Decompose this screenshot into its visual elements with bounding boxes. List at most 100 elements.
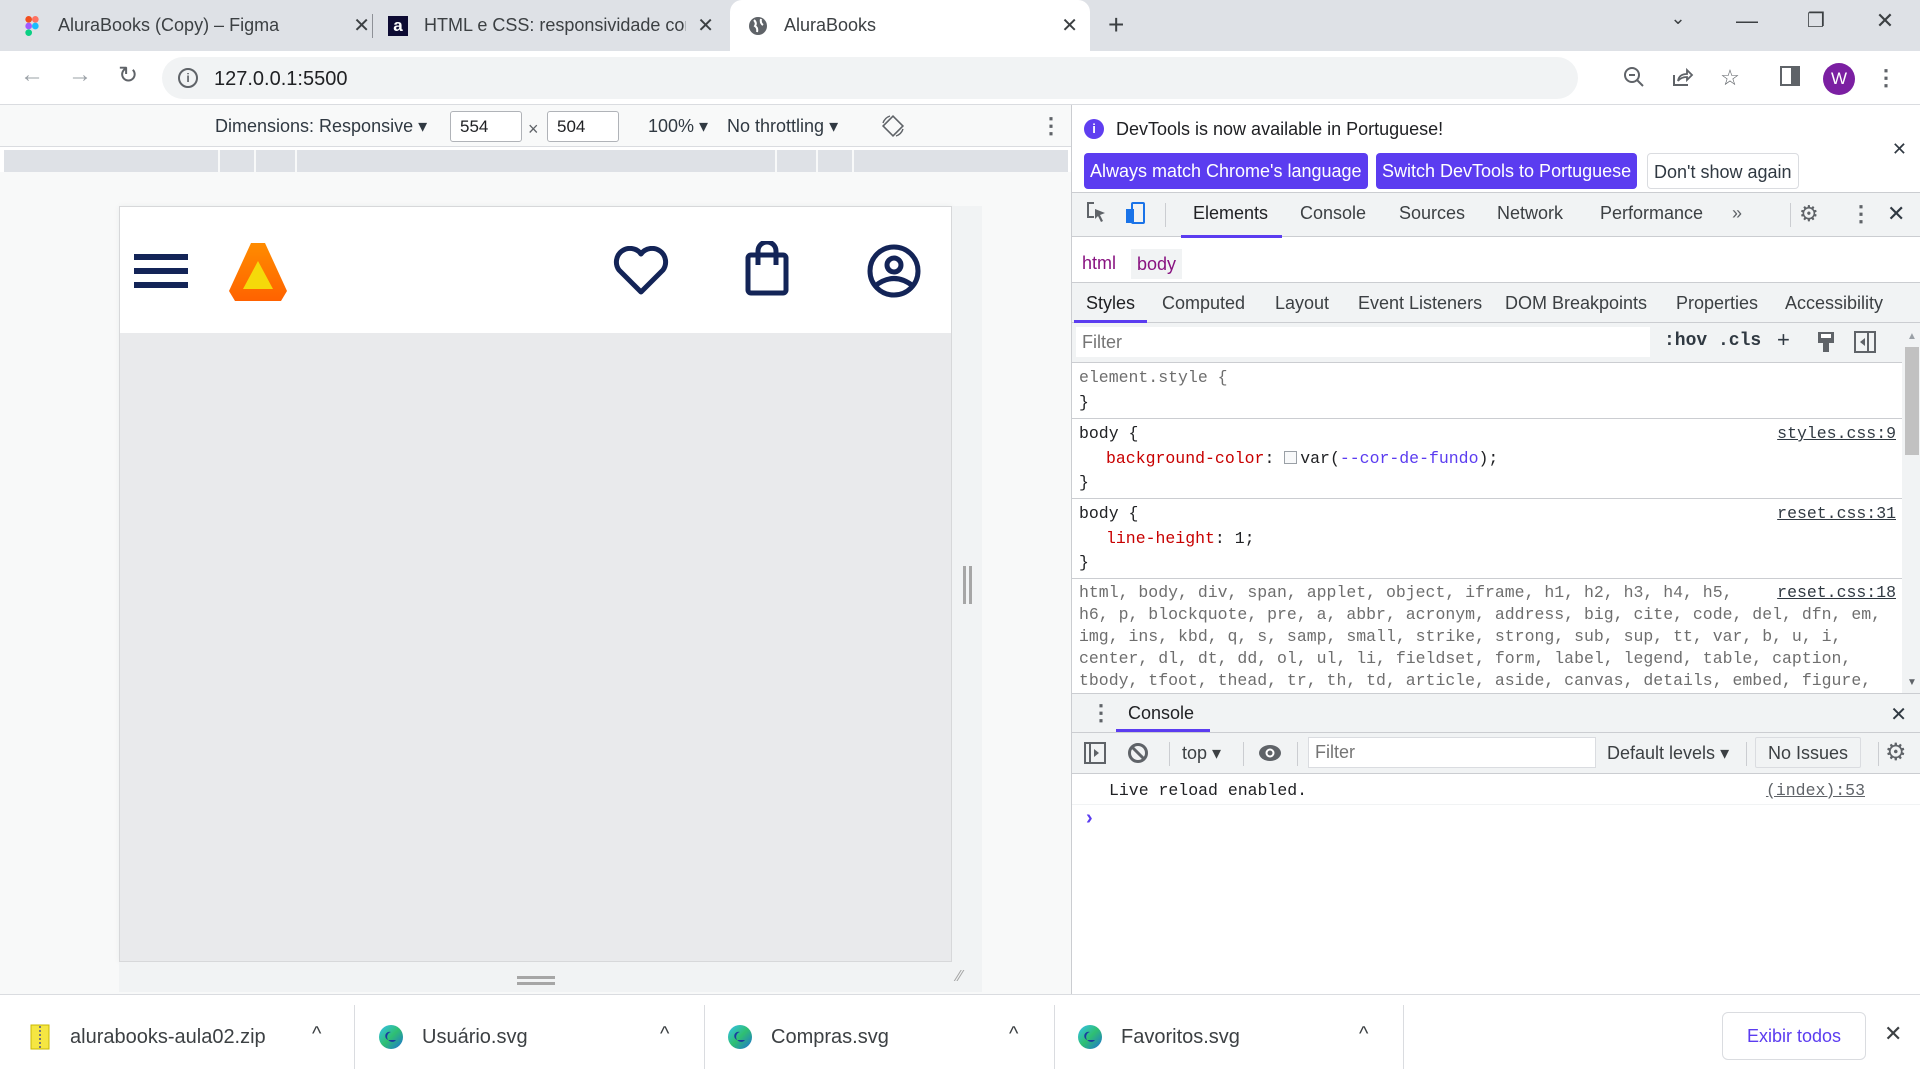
download-item[interactable]: alurabooks-aula02.zip ^ [30, 995, 346, 1079]
styles-filter-input[interactable] [1076, 327, 1650, 357]
zoom-dropdown[interactable]: 100% ▾ [648, 116, 708, 137]
style-rule[interactable]: reset.css:18 html, body, div, span, appl… [1072, 579, 1902, 693]
download-options-chevron-icon[interactable]: ^ [1009, 1023, 1018, 1046]
tab-network[interactable]: Network [1497, 203, 1563, 224]
resize-corner-icon[interactable]: ⁄⁄ [957, 968, 977, 988]
download-item[interactable]: Favoritos.svg ^ [1077, 995, 1393, 1079]
download-options-chevron-icon[interactable]: ^ [660, 1023, 669, 1046]
address-bar[interactable]: i 127.0.0.1:5500 [162, 57, 1578, 99]
toggle-sidebar-icon[interactable] [1854, 331, 1876, 358]
log-levels-dropdown[interactable]: Default levels ▾ [1607, 743, 1729, 764]
settings-gear-icon[interactable]: ⚙ [1799, 201, 1819, 227]
more-tabs-icon[interactable]: » [1732, 203, 1742, 224]
viewport-resize-handle-right[interactable] [952, 206, 982, 962]
console-prompt-icon[interactable]: › [1086, 807, 1093, 830]
show-all-downloads-button[interactable]: Exibir todos [1722, 1012, 1866, 1060]
window-close-icon[interactable]: ✕ [1865, 8, 1905, 34]
live-expression-eye-icon[interactable] [1258, 742, 1282, 769]
download-item[interactable]: Usuário.svg ^ [378, 995, 694, 1079]
subtab-dom-breakpoints[interactable]: DOM Breakpoints [1505, 293, 1647, 314]
media-query-bar[interactable] [4, 150, 1068, 172]
dimensions-dropdown[interactable]: Dimensions: Responsive ▾ [215, 116, 427, 137]
user-circle-icon[interactable] [866, 243, 922, 299]
profile-avatar[interactable]: W [1823, 63, 1855, 95]
tab-elements[interactable]: Elements [1180, 203, 1283, 238]
back-icon[interactable]: ← [16, 61, 48, 89]
side-panel-icon[interactable] [1776, 65, 1804, 93]
inspect-element-icon[interactable] [1086, 201, 1108, 229]
style-declaration[interactable]: line-height: 1; [1079, 527, 1902, 552]
tab-console[interactable]: Console [1300, 203, 1366, 224]
style-rule[interactable]: styles.css:9 body { background-color: va… [1072, 419, 1902, 499]
forward-icon[interactable]: → [64, 61, 96, 89]
switch-to-portuguese-button[interactable]: Switch DevTools to Portuguese [1376, 153, 1638, 189]
new-tab-button[interactable]: + [1108, 10, 1124, 40]
tab-figma[interactable]: AluraBooks (Copy) – Figma ✕ [22, 0, 382, 51]
always-match-language-button[interactable]: Always match Chrome's language [1084, 153, 1368, 189]
breadcrumb-body[interactable]: body [1131, 249, 1183, 279]
rule-source-link[interactable]: styles.css:9 [1777, 422, 1896, 447]
style-rule[interactable]: reset.css:31 body { line-height: 1; } [1072, 499, 1902, 579]
drawer-tab-console[interactable]: Console [1128, 703, 1194, 724]
zoom-out-icon[interactable] [1620, 65, 1648, 95]
close-downloads-bar-icon[interactable]: ✕ [1884, 1021, 1902, 1047]
scrollbar-thumb[interactable] [1905, 347, 1919, 455]
bookmark-star-icon[interactable]: ☆ [1716, 65, 1744, 91]
issues-button[interactable]: No Issues [1755, 737, 1862, 768]
console-message-source[interactable]: (index):53 [1766, 781, 1865, 800]
subtab-computed[interactable]: Computed [1162, 293, 1245, 314]
drawer-close-icon[interactable]: ✕ [1890, 702, 1907, 727]
tab-sources[interactable]: Sources [1399, 203, 1465, 224]
styles-scrollbar[interactable]: ▲ ▼ [1902, 323, 1920, 693]
throttling-dropdown[interactable]: No throttling ▾ [727, 116, 838, 137]
subtab-event-listeners[interactable]: Event Listeners [1358, 293, 1482, 314]
tab-alurabooks[interactable]: AluraBooks ✕ [730, 0, 1090, 51]
download-options-chevron-icon[interactable]: ^ [312, 1023, 321, 1046]
clear-console-icon[interactable] [1127, 742, 1149, 769]
console-sidebar-icon[interactable] [1084, 742, 1106, 769]
new-style-rule-icon[interactable]: + [1777, 327, 1790, 353]
tab-performance[interactable]: Performance [1600, 203, 1703, 224]
style-rule[interactable]: element.style { } [1072, 363, 1902, 419]
minimize-icon[interactable]: — [1727, 8, 1767, 34]
device-more-icon[interactable]: ⋮ [1040, 113, 1062, 139]
download-item[interactable]: Compras.svg ^ [727, 995, 1043, 1079]
rule-source-link[interactable]: reset.css:31 [1777, 502, 1896, 527]
rotate-icon[interactable] [880, 113, 906, 144]
breadcrumb-html[interactable]: html [1076, 253, 1122, 274]
subtab-styles[interactable]: Styles [1073, 293, 1148, 323]
style-declaration[interactable]: background-color: var(--cor-de-fundo); [1079, 447, 1902, 472]
reload-icon[interactable]: ↻ [112, 61, 144, 90]
tab-alura-course[interactable]: a HTML e CSS: responsividade com mobile-… [388, 0, 726, 51]
close-tab-icon[interactable]: ✕ [353, 13, 370, 38]
device-toggle-icon[interactable] [1124, 201, 1146, 231]
browser-menu-icon[interactable]: ⋮ [1872, 65, 1900, 91]
cls-toggle[interactable]: .cls [1718, 331, 1761, 351]
restore-icon[interactable]: ❐ [1796, 8, 1836, 33]
context-selector[interactable]: top ▾ [1182, 743, 1221, 764]
subtab-properties[interactable]: Properties [1676, 293, 1758, 314]
paintbrush-icon[interactable] [1816, 331, 1836, 358]
viewport-resize-handle-bottom[interactable]: ⁄⁄ [119, 962, 982, 992]
device-width-input[interactable] [450, 111, 522, 142]
close-tab-icon[interactable]: ✕ [1061, 13, 1078, 38]
devtools-close-icon[interactable]: ✕ [1887, 201, 1905, 227]
rule-source-link[interactable]: reset.css:18 [1777, 582, 1896, 604]
hamburger-icon[interactable] [134, 252, 190, 290]
site-info-icon[interactable]: i [178, 68, 198, 88]
hov-toggle[interactable]: :hov [1664, 331, 1707, 351]
subtab-accessibility[interactable]: Accessibility [1785, 293, 1883, 314]
share-icon[interactable] [1668, 65, 1696, 95]
device-height-input[interactable] [547, 111, 619, 142]
dont-show-again-button[interactable]: Don't show again [1647, 153, 1799, 189]
download-options-chevron-icon[interactable]: ^ [1359, 1023, 1368, 1046]
console-settings-icon[interactable]: ⚙ [1885, 738, 1907, 767]
drawer-menu-icon[interactable]: ⋮ [1090, 700, 1112, 726]
shopping-bag-icon[interactable] [744, 241, 790, 297]
console-filter-input[interactable] [1308, 737, 1596, 768]
heart-icon[interactable] [613, 246, 669, 296]
close-tab-icon[interactable]: ✕ [697, 13, 714, 38]
alurabooks-logo[interactable] [227, 241, 289, 303]
tab-search-chevron-icon[interactable]: ⌄ [1658, 8, 1698, 29]
color-swatch[interactable] [1284, 450, 1298, 464]
